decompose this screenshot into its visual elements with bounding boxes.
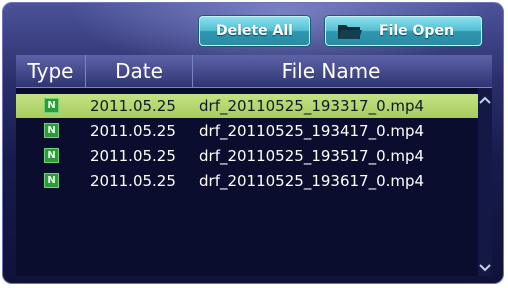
delete-all-button[interactable]: Delete All (199, 16, 310, 46)
file-list: N 2011.05.25 drf_20110525_193317_0.mp4 N… (16, 88, 492, 276)
chevron-down-icon[interactable] (478, 260, 492, 274)
delete-all-label: Delete All (216, 23, 293, 39)
folder-icon (337, 21, 363, 41)
list-item[interactable]: N 2011.05.25 drf_20110525_193317_0.mp4 (16, 94, 478, 118)
type-badge: N (44, 173, 59, 188)
list-item[interactable]: N 2011.05.25 drf_20110525_193417_0.mp4 (16, 119, 478, 143)
file-name: drf_20110525_193317_0.mp4 (199, 97, 425, 115)
file-date: 2011.05.25 (90, 147, 176, 165)
file-name: drf_20110525_193517_0.mp4 (199, 147, 425, 165)
scrollbar[interactable] (478, 88, 492, 276)
file-name: drf_20110525_193417_0.mp4 (199, 122, 425, 140)
type-badge: N (44, 123, 59, 138)
column-header-type[interactable]: Type (16, 55, 85, 87)
type-badge: N (44, 98, 59, 113)
file-date: 2011.05.25 (90, 172, 176, 190)
file-open-label: File Open (379, 23, 454, 39)
list-item[interactable]: N 2011.05.25 drf_20110525_193617_0.mp4 (16, 169, 478, 193)
column-header-date[interactable]: Date (86, 55, 192, 87)
file-open-button[interactable]: File Open (325, 16, 482, 46)
file-date: 2011.05.25 (90, 97, 176, 115)
column-header: Type Date File Name (16, 55, 492, 88)
file-date: 2011.05.25 (90, 122, 176, 140)
type-badge: N (44, 148, 59, 163)
list-item[interactable]: N 2011.05.25 drf_20110525_193517_0.mp4 (16, 144, 478, 168)
column-header-file-name[interactable]: File Name (193, 55, 469, 87)
file-name: drf_20110525_193617_0.mp4 (199, 172, 425, 190)
file-list-panel: Delete All File Open Type Date File Name… (2, 2, 504, 284)
chevron-up-icon[interactable] (478, 94, 492, 108)
